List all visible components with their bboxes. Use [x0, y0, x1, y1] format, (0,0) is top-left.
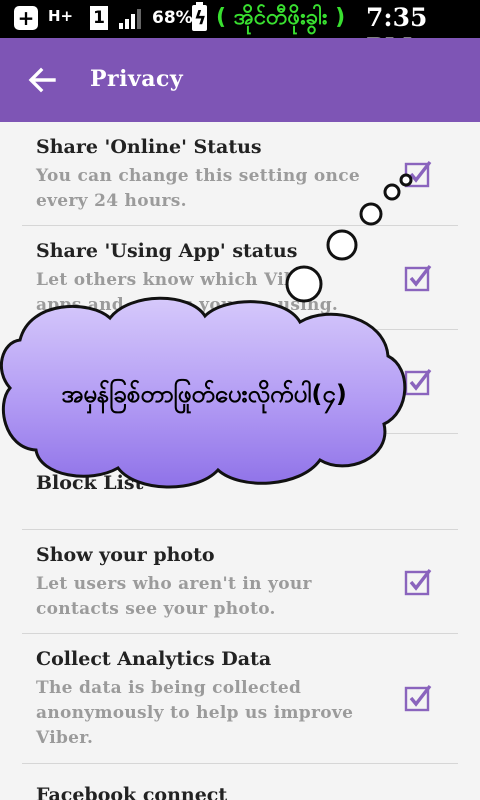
setting-share-using-app-status[interactable]: Share 'Using App' status Let others know… [0, 226, 480, 330]
checkbox-checked-icon[interactable] [404, 684, 432, 712]
app-bar: Privacy [0, 38, 480, 122]
setting-subtitle: Let users who aren't in your contacts se… [36, 574, 312, 619]
setting-title: Share 'Online' Status [36, 136, 262, 158]
checkbox-checked-icon[interactable] [404, 264, 432, 292]
setting-block-list[interactable]: Block List [0, 434, 480, 530]
page-title: Privacy [90, 66, 184, 92]
arrow-left-icon[interactable] [26, 64, 58, 96]
signal-icon [119, 9, 141, 29]
checkbox-checked-icon[interactable] [404, 160, 432, 188]
checkbox-checked-icon[interactable] [404, 568, 432, 596]
setting-title: Share 'Using App' status [36, 240, 298, 262]
charging-bolt-icon: ϟ [194, 7, 207, 29]
sim-slot-badge: 1 [90, 6, 108, 30]
plus-notification-icon: + [14, 6, 38, 30]
setting-collect-analytics-data[interactable]: Collect Analytics Data The data is being… [0, 634, 480, 764]
status-bar: + H+ 1 68% ϟ ( အိုင်တီဖိုးခွါး ) 7:35 PM [0, 0, 480, 62]
setting-facebook-connect[interactable]: Facebook connect [0, 764, 480, 800]
cloud-annotation-text: အမှန်ခြစ်တာဖြုတ်ပေးလိုက်ပါ(၄) [61, 380, 347, 408]
battery-percent: 68% [152, 8, 193, 28]
setting-subtitle: Let others know which Viber apps and gam… [36, 270, 339, 315]
carrier-name: ( အိုင်တီဖိုးခွါး ) [216, 5, 346, 30]
setting-share-online-status[interactable]: Share 'Online' Status You can change thi… [0, 122, 480, 226]
setting-subtitle: The data is being collected anonymously … [36, 678, 354, 748]
setting-subtitle: You can change this setting once every 2… [36, 166, 360, 211]
setting-title: Collect Analytics Data [36, 648, 272, 670]
network-type: H+ [48, 7, 74, 25]
setting-title: Block List [36, 472, 144, 494]
checkbox-checked-icon[interactable] [404, 368, 432, 396]
setting-show-your-photo[interactable]: Show your photo Let users who aren't in … [0, 530, 480, 634]
setting-title: Facebook connect [36, 784, 228, 800]
setting-title: Show your photo [36, 544, 215, 566]
